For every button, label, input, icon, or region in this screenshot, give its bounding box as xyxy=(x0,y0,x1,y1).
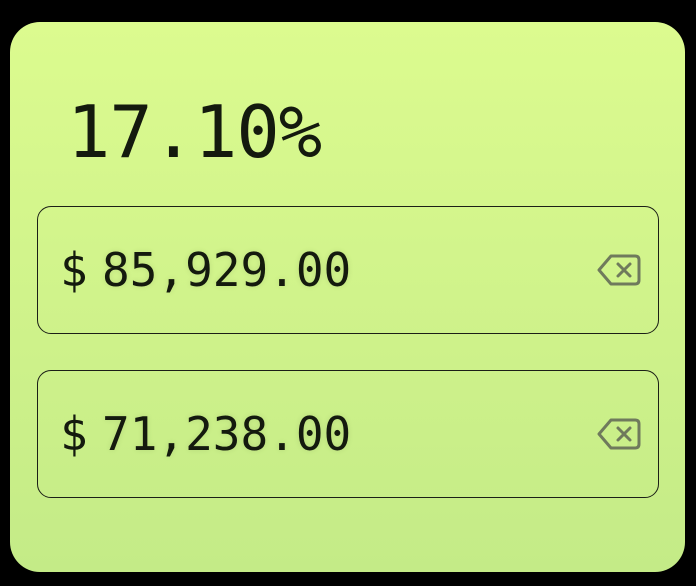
amount-field-1[interactable]: $ 85,929.00 xyxy=(37,206,659,334)
percentage-result: 17.10% xyxy=(67,90,322,174)
calculator-card: 17.10% $ 85,929.00 $ 71,238.00 xyxy=(10,22,685,572)
amount-field-2[interactable]: $ 71,238.00 xyxy=(37,370,659,498)
amount-input-value[interactable]: 71,238.00 xyxy=(102,407,351,461)
clear-button[interactable] xyxy=(596,415,642,453)
clear-button[interactable] xyxy=(596,251,642,289)
backspace-clear-icon xyxy=(597,418,641,450)
currency-symbol: $ xyxy=(60,243,88,297)
backspace-clear-icon xyxy=(597,254,641,286)
currency-symbol: $ xyxy=(60,407,88,461)
amount-input-value[interactable]: 85,929.00 xyxy=(102,243,351,297)
